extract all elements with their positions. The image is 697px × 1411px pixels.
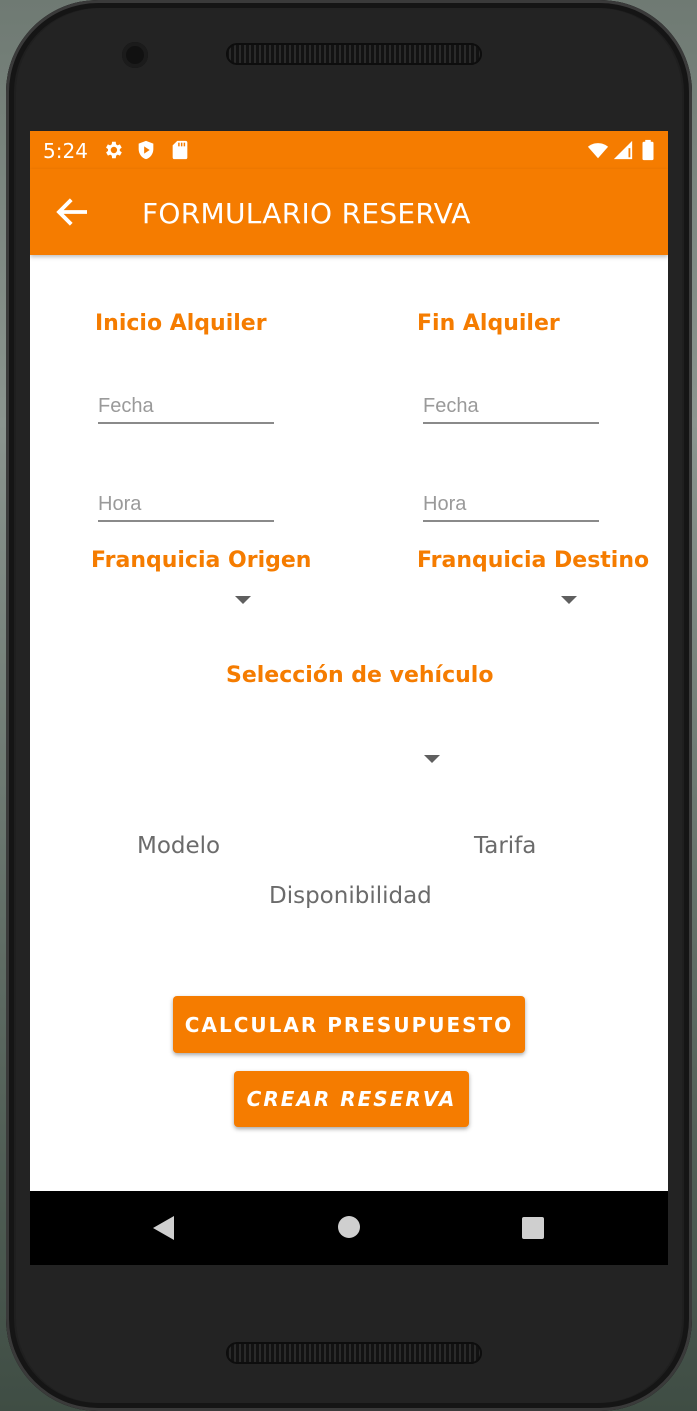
inicio-fecha-input[interactable] [98,395,274,418]
modelo-text: Modelo [137,833,221,859]
chevron-down-icon [561,596,577,604]
app-screen: 5:24 FORMULARIO RESERVA Inicio Alquiler … [30,131,668,1265]
franquicia-destino-label: Franquicia Destino [417,548,650,573]
fin-alquiler-label: Fin Alquiler [417,311,560,336]
front-camera [122,42,148,68]
calcular-presupuesto-button[interactable]: CALCULAR PRESUPUESTO [173,996,525,1053]
fin-fecha-input[interactable] [423,395,599,418]
franquicia-origen-label: Franquicia Origen [91,548,312,573]
top-speaker [226,43,482,65]
disponibilidad-text: Disponibilidad [269,883,432,909]
app-bar: FORMULARIO RESERVA [30,169,668,255]
franquicia-origen-spinner[interactable] [51,582,251,622]
inicio-alquiler-label: Inicio Alquiler [95,311,267,336]
battery-icon [642,139,654,161]
chevron-down-icon [424,755,440,763]
nav-recents-icon[interactable] [522,1217,544,1239]
franquicia-destino-spinner[interactable] [377,582,577,622]
fin-hora-input[interactable] [423,493,599,516]
arrow-left-icon[interactable] [52,191,94,233]
signal-icon [613,140,633,160]
vehiculo-spinner[interactable] [240,741,440,781]
inicio-hora-input[interactable] [98,493,274,516]
status-time: 5:24 [43,139,88,163]
sd-card-icon [172,140,188,160]
page-title: FORMULARIO RESERVA [142,197,471,230]
inicio-fecha-field [98,386,274,424]
gear-icon [106,141,122,159]
fin-hora-field [423,484,599,522]
chevron-down-icon [235,596,251,604]
wifi-icon [587,143,609,159]
fin-fecha-field [423,386,599,424]
bottom-speaker [226,1342,482,1364]
seleccion-vehiculo-label: Selección de vehículo [226,663,494,688]
tarifa-text: Tarifa [474,833,537,859]
status-bar: 5:24 [30,131,668,169]
crear-reserva-button[interactable]: CREAR RESERVA [234,1071,469,1127]
nav-home-icon[interactable] [338,1216,360,1238]
inicio-hora-field [98,484,274,522]
shield-icon [138,140,154,160]
nav-back-icon[interactable] [152,1215,176,1241]
system-nav-bar [30,1191,668,1265]
